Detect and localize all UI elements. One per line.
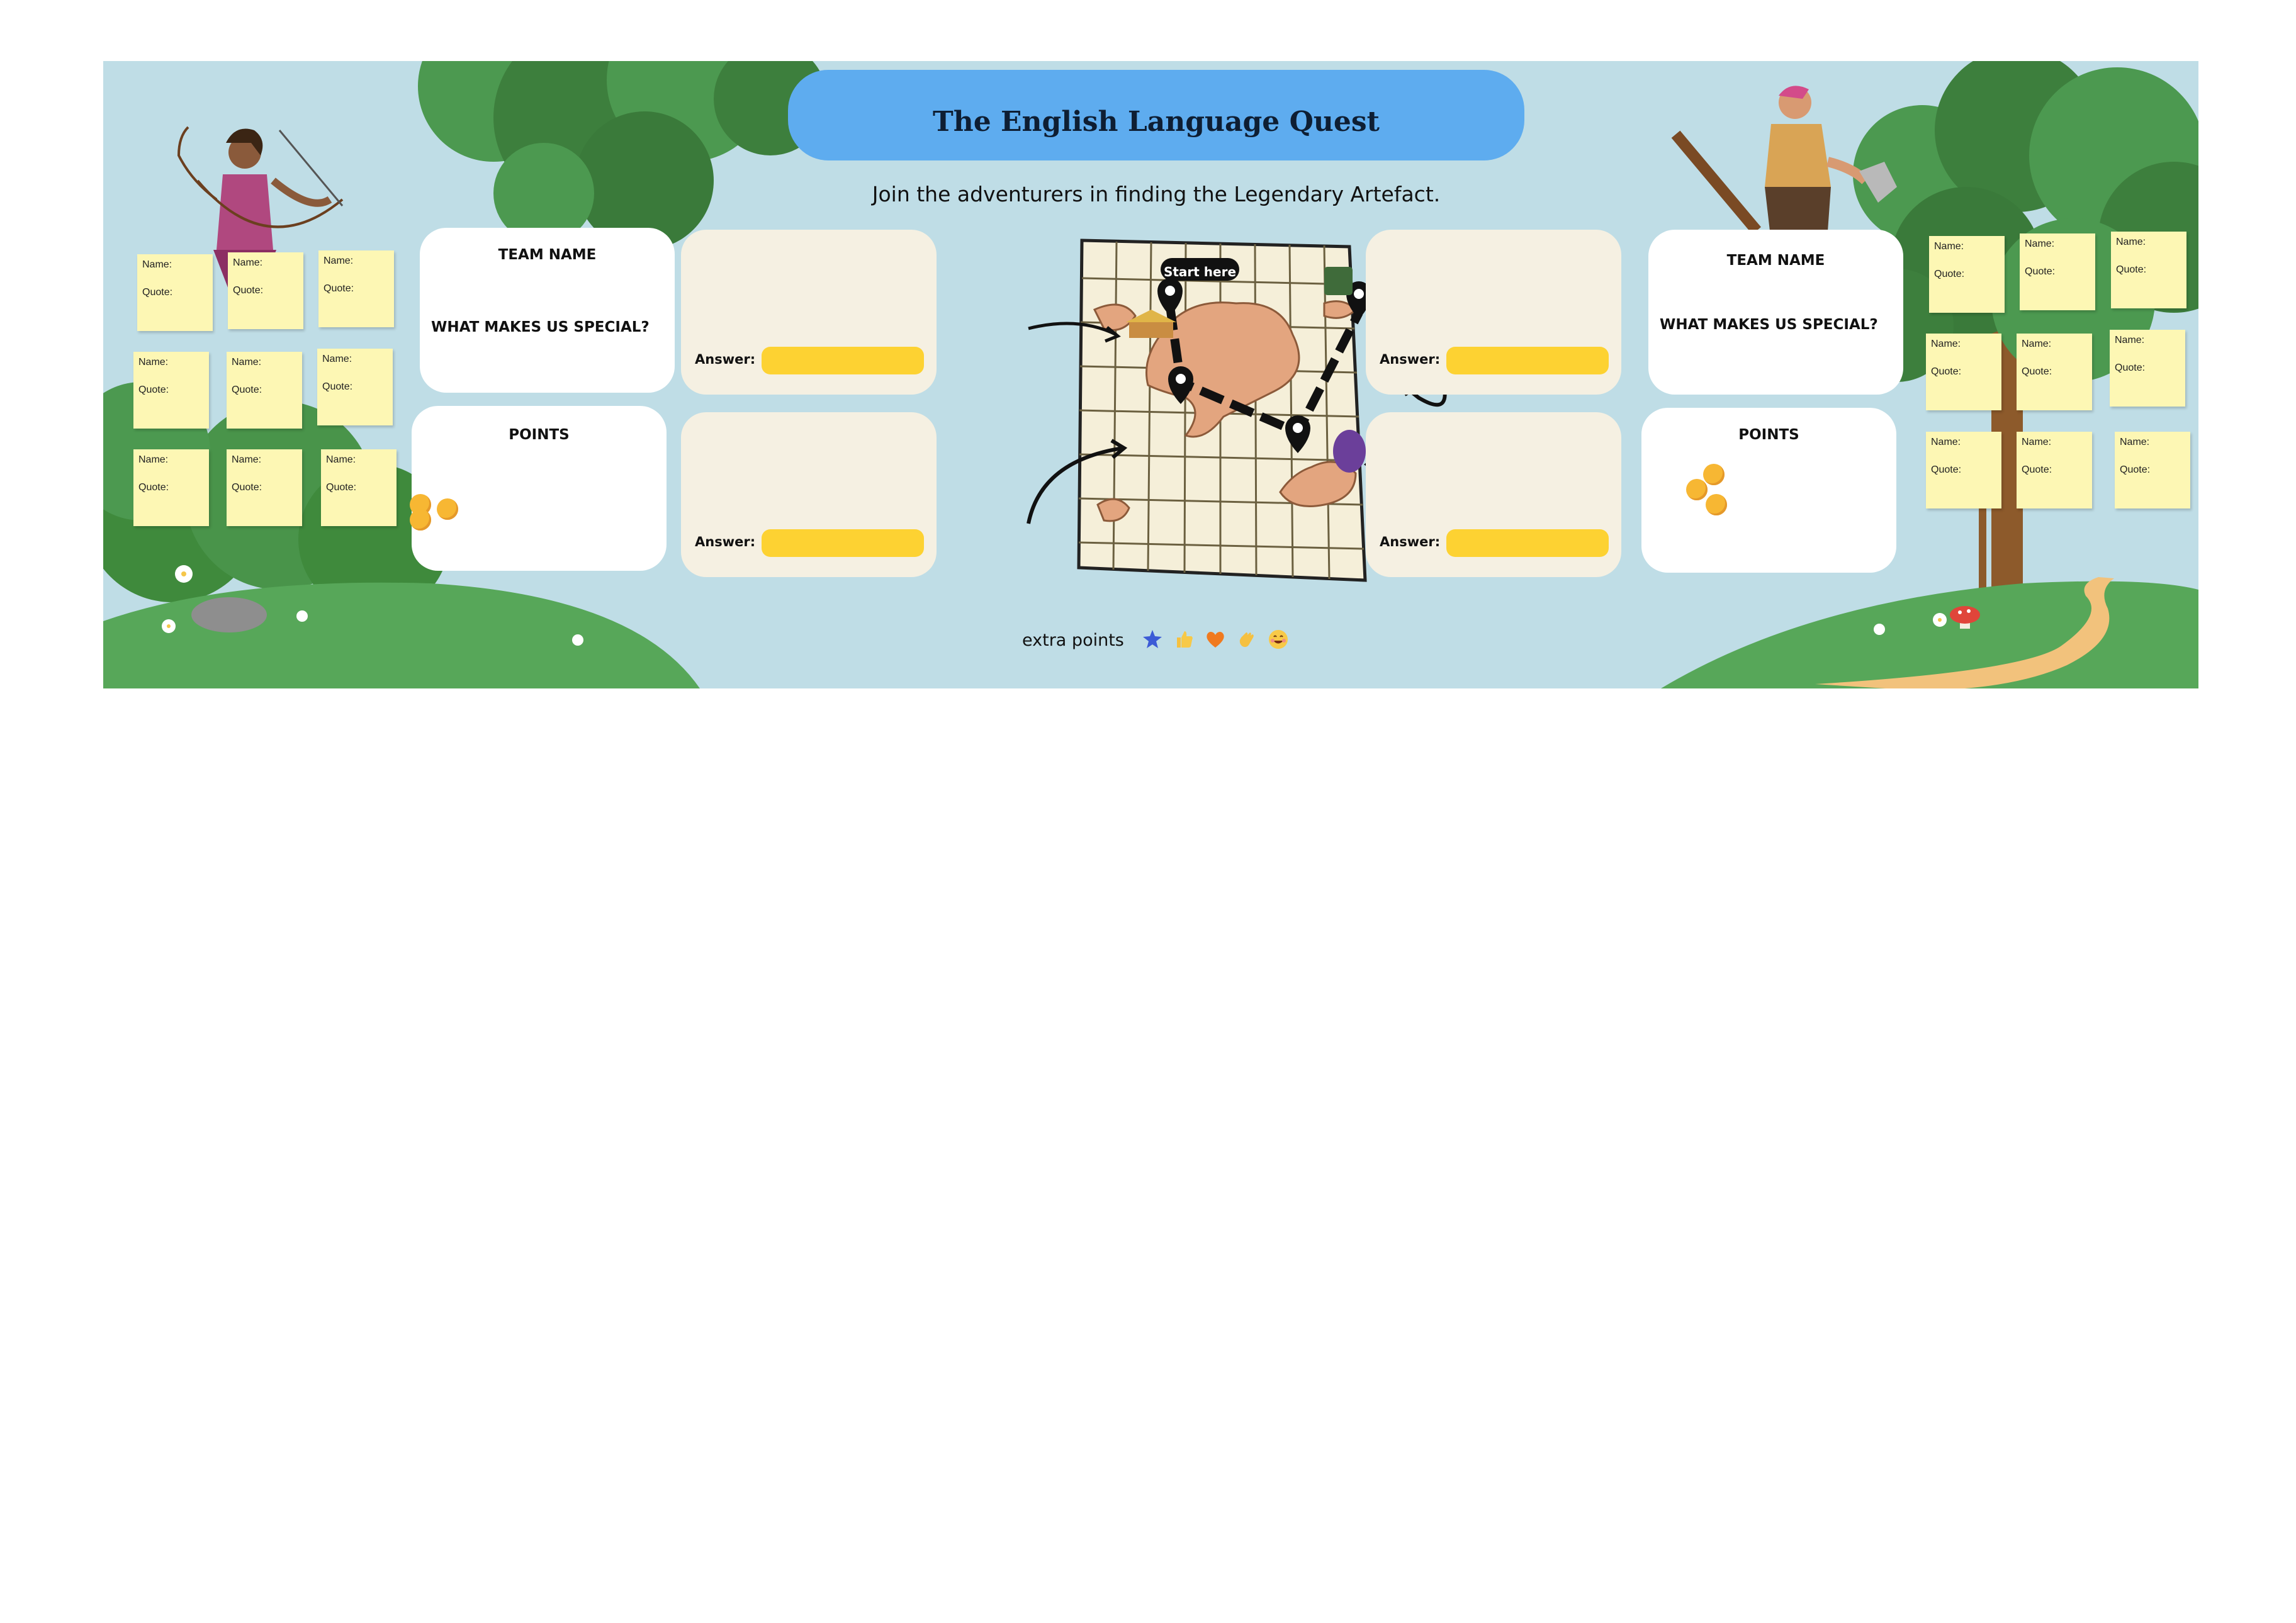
sticky-note[interactable]: Name: Quote: (227, 352, 302, 429)
top-left-tree-canopy (418, 61, 827, 250)
sticky-name-label: Name: (142, 259, 172, 270)
answer-field[interactable] (762, 529, 924, 557)
sticky-quote-label: Quote: (2022, 464, 2052, 475)
sticky-note[interactable]: Name: Quote: (133, 352, 209, 429)
sticky-name-label: Name: (322, 354, 352, 364)
sticky-note[interactable]: Name: Quote: (2111, 232, 2186, 308)
sticky-note[interactable]: Name: Quote: (1929, 236, 2005, 313)
right-team-name-card[interactable]: TEAM NAME WHAT MAKES US SPECIAL? (1648, 230, 1903, 395)
answer-label: Answer: (695, 352, 756, 367)
sticky-name-label: Name: (2115, 335, 2145, 345)
start-here-label: Start here (1163, 264, 1237, 279)
sticky-note[interactable]: Name: Quote: (318, 250, 394, 327)
answer-field[interactable] (762, 347, 924, 374)
sticky-quote-label: Quote: (232, 385, 262, 395)
question-card-1[interactable]: Answer: (681, 230, 937, 395)
sticky-note[interactable]: Name: Quote: (2110, 330, 2185, 407)
clap-icon[interactable] (1236, 629, 1258, 650)
sticky-note[interactable]: Name: Quote: (2017, 334, 2092, 410)
sticky-quote-label: Quote: (2022, 366, 2052, 377)
right-hill (1661, 581, 2198, 688)
sticky-quote-label: Quote: (322, 381, 353, 392)
right-points-label: POINTS (1738, 427, 1799, 443)
answer-label: Answer: (695, 534, 756, 549)
sticky-name-label: Name: (2116, 237, 2146, 247)
left-team-name-card[interactable]: TEAM NAME WHAT MAKES US SPECIAL? (420, 228, 675, 393)
star-icon[interactable] (1142, 629, 1163, 650)
sticky-quote-label: Quote: (2116, 264, 2147, 275)
left-team-special-label: WHAT MAKES US SPECIAL? (431, 319, 650, 335)
right-team-name-label: TEAM NAME (1726, 252, 1825, 269)
sticky-name-label: Name: (2025, 239, 2055, 249)
sticky-note[interactable]: Name: Quote: (133, 449, 209, 526)
sticky-quote-label: Quote: (1931, 464, 1962, 475)
answer-field[interactable] (1446, 347, 1609, 374)
sticky-name-label: Name: (326, 454, 356, 465)
left-hill (103, 582, 700, 688)
coin-icon (1706, 494, 1727, 515)
sticky-note[interactable]: Name: Quote: (227, 449, 302, 526)
sticky-name-label: Name: (233, 257, 263, 268)
sticky-quote-label: Quote: (138, 482, 169, 493)
extra-points-label: extra points (1022, 631, 1124, 650)
sticky-quote-label: Quote: (326, 482, 357, 493)
left-points-card[interactable]: POINTS (412, 406, 667, 571)
answer-field[interactable] (1446, 529, 1609, 557)
sticky-quote-label: Quote: (2025, 266, 2056, 277)
sticky-note[interactable]: Name: Quote: (228, 252, 303, 329)
sticky-name-label: Name: (2022, 437, 2052, 447)
smile-icon[interactable] (1268, 629, 1289, 650)
sticky-note[interactable]: Name: Quote: (1926, 432, 2001, 508)
sticky-name-label: Name: (1931, 437, 1961, 447)
sticky-note[interactable]: Name: Quote: (137, 254, 213, 331)
quest-board: The English Language Quest Join the adve… (103, 61, 2198, 688)
left-team-name-label: TEAM NAME (498, 247, 597, 263)
coin-icon (1703, 464, 1725, 485)
sticky-name-label: Name: (138, 454, 169, 465)
thumbs-up-icon[interactable] (1173, 629, 1195, 650)
answer-label: Answer: (1380, 534, 1441, 549)
title-banner: The English Language Quest (788, 70, 1524, 160)
sticky-name-label: Name: (1931, 339, 1961, 349)
page-subtitle: Join the adventurers in finding the Lege… (872, 182, 1441, 206)
left-points-label: POINTS (509, 427, 570, 443)
sticky-name-label: Name: (1934, 241, 1964, 252)
sticky-name-label: Name: (324, 256, 354, 266)
sticky-name-label: Name: (232, 454, 262, 465)
heart-icon[interactable] (1205, 629, 1226, 650)
coin-icon (437, 498, 458, 520)
sticky-name-label: Name: (138, 357, 169, 368)
sticky-quote-label: Quote: (233, 285, 264, 296)
sticky-note[interactable]: Name: Quote: (2017, 432, 2092, 508)
coin-icon (1686, 479, 1708, 500)
sticky-quote-label: Quote: (142, 287, 173, 298)
sticky-quote-label: Quote: (138, 385, 169, 395)
sticky-note[interactable]: Name: Quote: (1926, 334, 2001, 410)
right-team-special-label: WHAT MAKES US SPECIAL? (1660, 317, 1878, 333)
sticky-quote-label: Quote: (232, 482, 262, 493)
rock (191, 597, 267, 632)
sticky-quote-label: Quote: (1934, 269, 1965, 279)
question-card-3[interactable]: Answer: (1366, 230, 1621, 395)
sticky-quote-label: Quote: (2120, 464, 2151, 475)
sticky-quote-label: Quote: (324, 283, 354, 294)
question-card-2[interactable]: Answer: (681, 412, 937, 577)
right-points-card[interactable]: POINTS (1641, 408, 1896, 573)
page-title: The English Language Quest (932, 105, 1380, 138)
sticky-name-label: Name: (232, 357, 262, 368)
sticky-quote-label: Quote: (1931, 366, 1962, 377)
sticky-name-label: Name: (2120, 437, 2150, 447)
sticky-note[interactable]: Name: Quote: (317, 349, 393, 425)
answer-label: Answer: (1380, 352, 1441, 367)
sticky-note[interactable]: Name: Quote: (2020, 233, 2095, 310)
coin-icon (410, 509, 431, 531)
sticky-name-label: Name: (2022, 339, 2052, 349)
sticky-note[interactable]: Name: Quote: (2115, 432, 2190, 508)
sticky-quote-label: Quote: (2115, 362, 2146, 373)
sticky-note[interactable]: Name: Quote: (321, 449, 397, 526)
question-card-4[interactable]: Answer: (1366, 412, 1621, 577)
